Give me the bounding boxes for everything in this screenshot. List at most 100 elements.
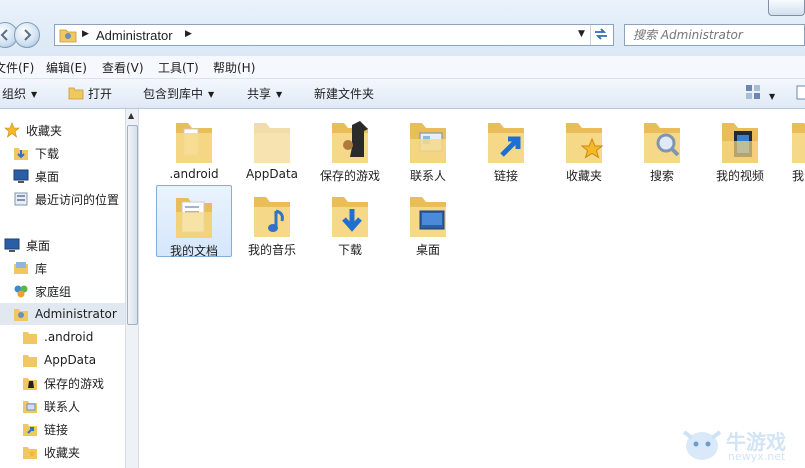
item-my-videos[interactable]: 我的视频 (702, 111, 778, 183)
links-folder-icon (488, 123, 524, 163)
videos-folder-icon (722, 123, 758, 163)
item-contacts[interactable]: 联系人 (390, 111, 466, 183)
nav-homegroup[interactable]: 家庭组 (13, 280, 71, 302)
nav-appdata-label: AppData (44, 353, 97, 367)
dropdown-icon: ▼ (276, 90, 283, 99)
star-icon (4, 122, 20, 138)
item-my-music[interactable]: 我的音乐 (234, 185, 310, 257)
nav-downloads-label: 下载 (35, 146, 60, 161)
item-label: 保存的游戏 (319, 169, 380, 183)
nav-desktop-fav[interactable]: 桌面 (13, 165, 59, 187)
nav-saved-games-label: 保存的游戏 (44, 376, 105, 391)
nav-libraries[interactable]: 库 (13, 257, 47, 279)
item-label: 搜索 (649, 169, 674, 183)
downloads-folder-icon (332, 197, 368, 237)
nav-contacts-label: 联系人 (44, 399, 81, 414)
item-label: 链接 (493, 169, 518, 183)
nav-appdata[interactable]: AppData (22, 349, 96, 371)
dropdown-icon: ▼ (31, 90, 38, 99)
item-downloads[interactable]: 下载 (312, 185, 388, 257)
forward-arrow-icon (24, 29, 32, 41)
address-bar[interactable]: ▶ Administrator ▶ ▼ (54, 24, 614, 46)
share-button[interactable]: 共享 ▼ (247, 85, 282, 102)
user-folder-icon (59, 29, 77, 43)
watermark-logo-icon (682, 430, 722, 460)
nav-administrator[interactable]: Administrator (0, 303, 125, 325)
nav-saved-games[interactable]: 保存的游戏 (22, 372, 104, 394)
search-input[interactable] (625, 27, 805, 43)
nav-favorites-folder-label: 收藏夹 (44, 445, 81, 460)
item-label: 联系人 (409, 169, 446, 183)
item-label: 我 (792, 169, 805, 183)
item-desktop[interactable]: 桌面 (390, 185, 466, 257)
nav-downloads[interactable]: 下载 (13, 142, 59, 164)
nav-android[interactable]: .android (22, 326, 93, 348)
music-folder-icon (254, 197, 290, 237)
item-appdata[interactable]: AppData (234, 111, 310, 183)
include-in-library-button[interactable]: 包含到库中 ▼ (143, 85, 214, 102)
menu-view[interactable]: 查看(V) (102, 59, 144, 76)
nav-desktop[interactable]: 桌面 (4, 234, 50, 256)
window-control[interactable] (768, 0, 805, 16)
menu-tools[interactable]: 工具(T) (158, 59, 199, 76)
item-saved-games[interactable]: 保存的游戏 (312, 111, 388, 183)
item-label: .android (169, 167, 219, 181)
nav-favorites[interactable]: 收藏夹 (4, 119, 62, 141)
desktop-folder-icon (410, 197, 446, 237)
menu-edit[interactable]: 编辑(E) (46, 59, 87, 76)
recent-places-icon (14, 192, 28, 206)
preview-pane-button[interactable] (796, 85, 805, 104)
folder-icon (23, 355, 37, 367)
nav-favorites-folder[interactable]: 收藏夹 (22, 441, 80, 463)
nav-homegroup-label: 家庭组 (35, 284, 72, 299)
open-button[interactable]: 打开 (68, 85, 112, 102)
breadcrumb-arrow-icon[interactable]: ▶ (82, 29, 89, 39)
nav-scrollbar[interactable]: ▲ (125, 109, 139, 468)
nav-contacts[interactable]: 联系人 (22, 395, 80, 417)
forward-button[interactable] (14, 22, 40, 48)
item-favorites[interactable]: 收藏夹 (546, 111, 622, 183)
scroll-up-icon[interactable]: ▲ (128, 111, 134, 120)
saved-games-folder-icon (332, 121, 368, 163)
folder-icon (176, 123, 212, 163)
breadcrumb-arrow-icon[interactable]: ▶ (185, 29, 192, 39)
preview-pane-icon (796, 85, 805, 100)
open-folder-icon (68, 87, 84, 100)
menu-file[interactable]: 文件(F) (0, 59, 34, 76)
item-partial[interactable]: 我 (780, 111, 805, 183)
desktop-icon (4, 238, 20, 252)
change-view-button[interactable]: ▼ (745, 84, 775, 103)
saved-games-icon (23, 378, 37, 390)
navigation-pane: 收藏夹 下载 桌面 最近访问的位置 桌面 库 家庭组 Administrator… (0, 109, 125, 468)
nav-android-label: .android (44, 330, 94, 344)
item-android[interactable]: .android (156, 111, 232, 183)
organize-label: 组织 (2, 87, 27, 101)
item-my-documents[interactable]: 我的文档 (156, 185, 232, 258)
user-folder-icon (14, 309, 28, 321)
address-dropdown-icon[interactable]: ▼ (578, 29, 585, 39)
folder-icon (23, 332, 37, 344)
scroll-thumb[interactable] (127, 125, 138, 325)
item-label: 我的视频 (715, 169, 764, 183)
refresh-button[interactable] (590, 25, 613, 45)
command-bar: 组织 ▼ 打开 包含到库中 ▼ 共享 ▼ 新建文件夹 ▼ (0, 79, 805, 109)
nav-links-label: 链接 (44, 422, 69, 437)
item-links[interactable]: 链接 (468, 111, 544, 183)
search-box[interactable] (624, 24, 805, 46)
nav-favorites-label: 收藏夹 (26, 123, 63, 138)
item-searches[interactable]: 搜索 (624, 111, 700, 183)
nav-recent-places[interactable]: 最近访问的位置 (13, 188, 119, 210)
watermark: 牛游戏 newyx.net (680, 420, 805, 468)
refresh-icon (595, 28, 607, 40)
documents-folder-icon (176, 198, 212, 238)
share-label: 共享 (247, 87, 272, 101)
organize-button[interactable]: 组织 ▼ (2, 85, 37, 102)
nav-links[interactable]: 链接 (22, 418, 68, 440)
nav-recent-label: 最近访问的位置 (35, 192, 120, 207)
new-folder-label: 新建文件夹 (314, 87, 375, 101)
breadcrumb-administrator[interactable]: Administrator (96, 28, 173, 43)
downloads-folder-icon (14, 148, 28, 160)
back-arrow-icon (0, 29, 8, 41)
new-folder-button[interactable]: 新建文件夹 (314, 85, 374, 102)
menu-help[interactable]: 帮助(H) (213, 59, 255, 76)
